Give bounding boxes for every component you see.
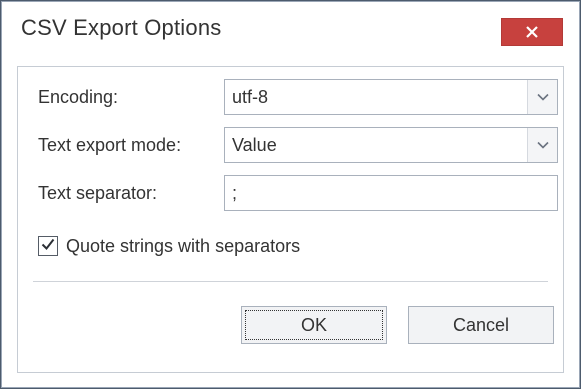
focus-ring [245, 310, 383, 340]
checkmark-icon [41, 237, 55, 255]
cancel-button[interactable]: Cancel [408, 306, 554, 344]
quote-strings-option[interactable]: Quote strings with separators [38, 234, 300, 258]
text-separator-value: ; [232, 183, 238, 203]
options-panel: Encoding: utf-8 Text export mode: Value [17, 66, 564, 373]
encoding-label: Encoding: [38, 87, 119, 107]
encoding-combobox[interactable]: utf-8 [224, 79, 558, 115]
chevron-down-icon [536, 141, 549, 149]
csv-export-options-dialog: CSV Export Options Encoding: utf-8 Text … [0, 0, 581, 389]
chevron-down-icon [536, 93, 549, 101]
dialog-title: CSV Export Options [21, 15, 222, 40]
text-export-mode-label: Text export mode: [38, 135, 182, 155]
ok-button[interactable]: OK [241, 306, 387, 344]
text-separator-input[interactable]: ; [224, 175, 558, 211]
text-separator-label: Text separator: [38, 183, 158, 203]
text-export-mode-value: Value [232, 135, 277, 155]
quote-strings-label[interactable]: Quote strings with separators [66, 236, 300, 257]
quote-strings-checkbox[interactable] [38, 236, 58, 256]
divider [33, 281, 548, 282]
cancel-button-label: Cancel [452, 314, 510, 335]
close-button[interactable] [501, 18, 563, 46]
encoding-value: utf-8 [232, 87, 269, 107]
text-export-mode-dropdown-button[interactable] [527, 128, 557, 162]
close-icon [525, 25, 539, 39]
title-bar[interactable]: CSV Export Options [2, 2, 579, 66]
encoding-dropdown-button[interactable] [527, 80, 557, 114]
text-export-mode-combobox[interactable]: Value [224, 127, 558, 163]
